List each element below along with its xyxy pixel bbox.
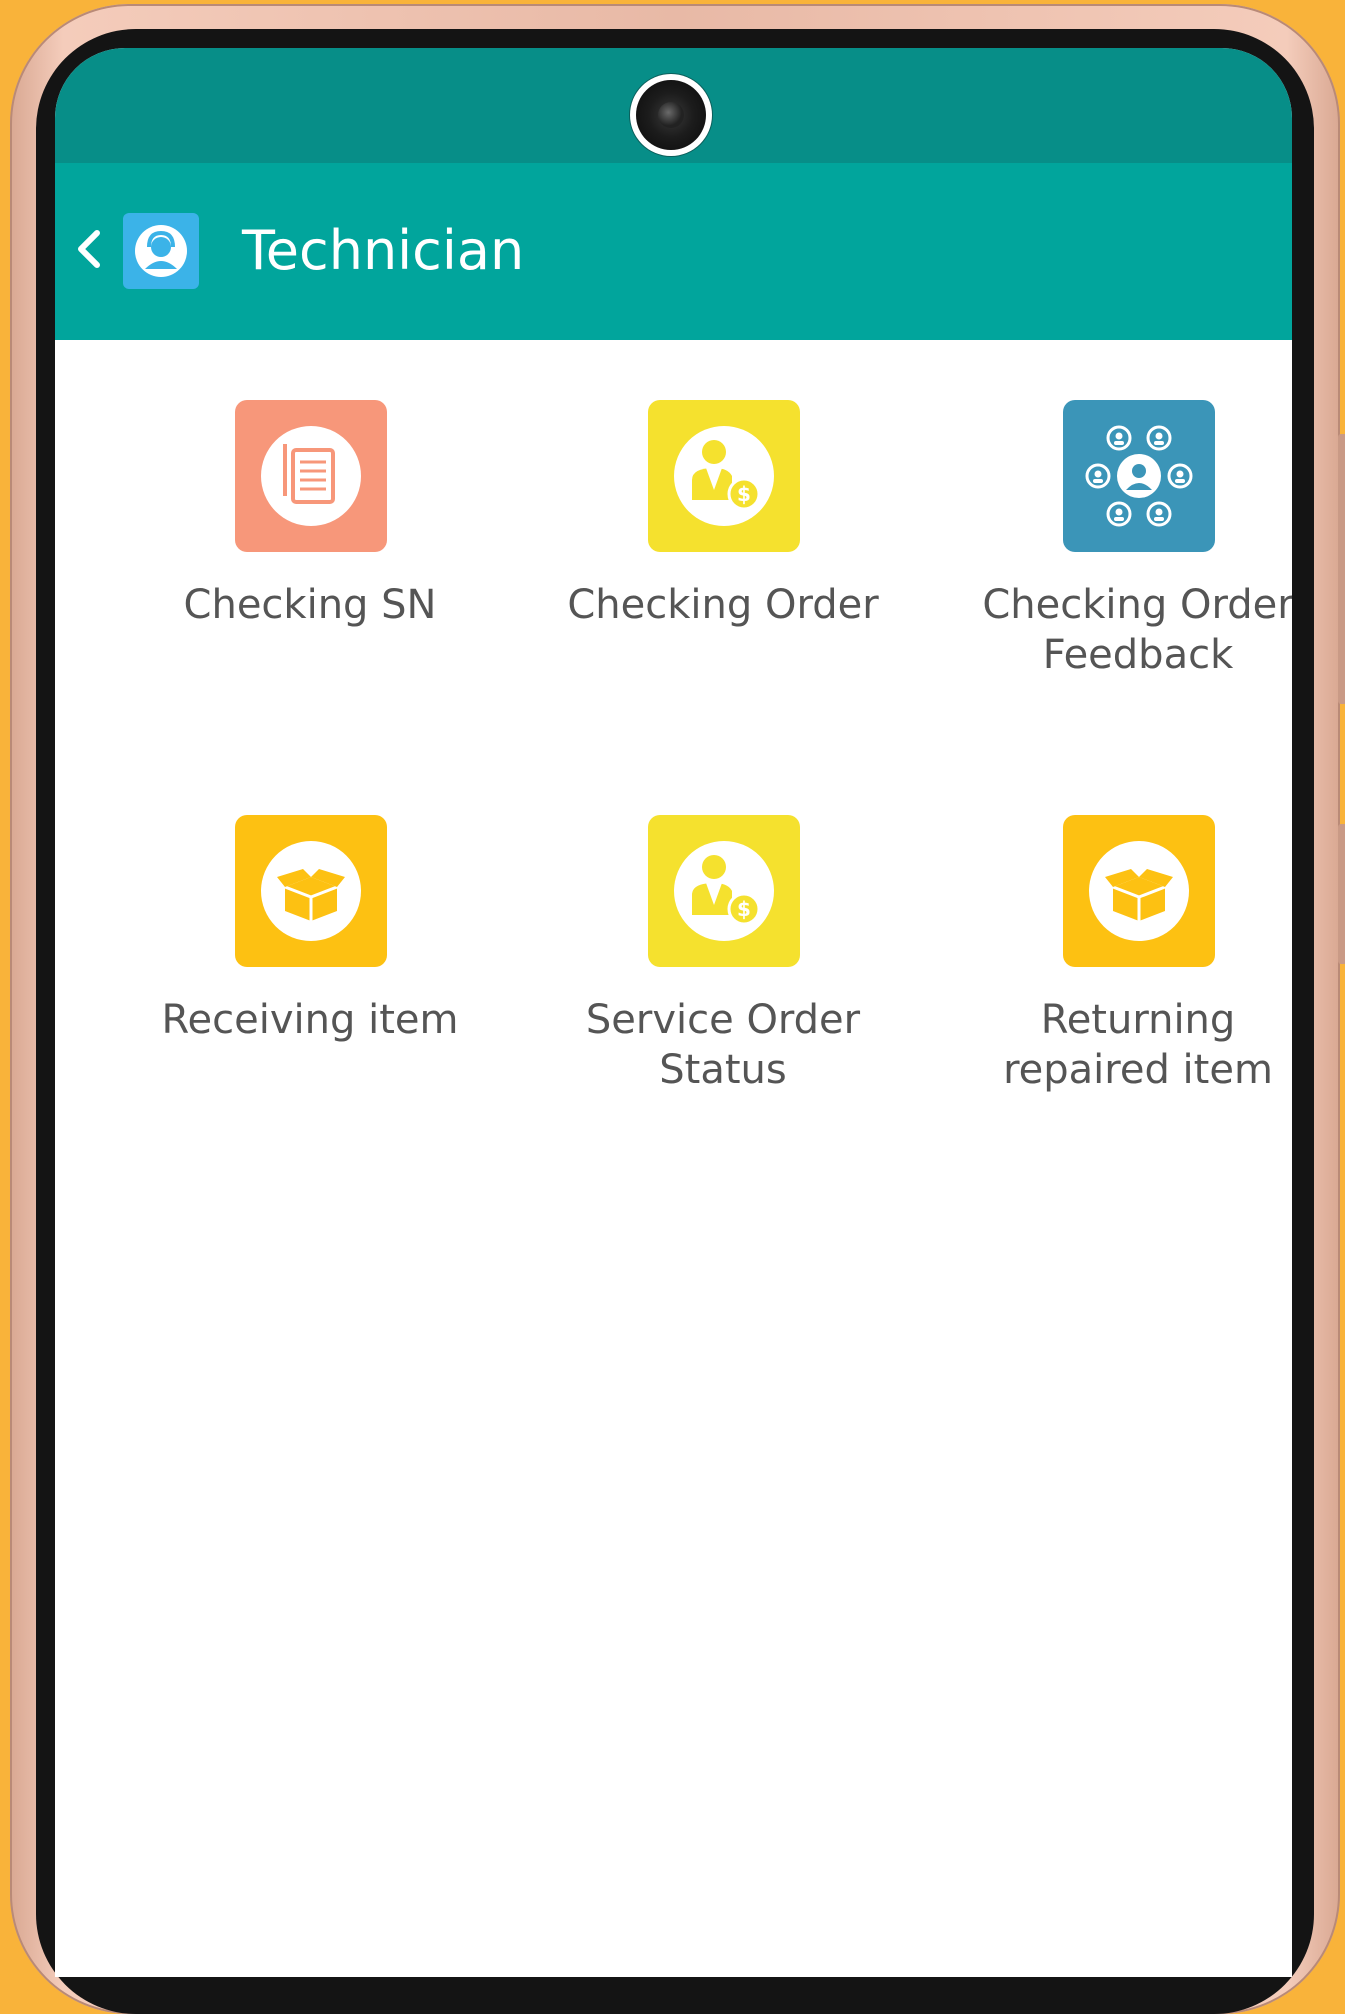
menu-item-receiving-item[interactable]: Receiving item [120, 755, 500, 1095]
menu-item-label: Checking SN [183, 582, 437, 628]
back-button[interactable] [69, 221, 109, 277]
box-icon [235, 815, 387, 967]
menu-item-checking-order[interactable]: $ Checking Order [533, 340, 913, 680]
box-icon [1063, 815, 1215, 967]
menu-item-label: Checking Order Feedback [982, 582, 1292, 678]
menu-item-checking-sn[interactable]: Checking SN [120, 340, 500, 680]
menu-item-returning-repaired-item[interactable]: Returning repaired item [948, 755, 1292, 1095]
svg-text:$: $ [737, 897, 751, 921]
chevron-left-icon [78, 230, 100, 268]
svg-text:$: $ [737, 482, 751, 506]
people-network-icon [1063, 400, 1215, 552]
menu-item-label: Checking Order [567, 582, 879, 628]
menu-item-label: Service Order Status [585, 997, 861, 1093]
app-logo [123, 213, 199, 289]
power-button [1338, 824, 1345, 964]
app-bar: Technician [55, 163, 1292, 340]
front-camera [630, 74, 712, 156]
menu-item-label: Receiving item [161, 997, 459, 1043]
person-coin-icon: $ [648, 400, 800, 552]
technician-avatar-icon [135, 225, 187, 277]
menu-item-label: Returning repaired item [1003, 997, 1273, 1093]
document-icon [235, 400, 387, 552]
person-coin-icon: $ [648, 815, 800, 967]
page-title: Technician [242, 219, 525, 282]
volume-button [1338, 434, 1345, 704]
menu-item-service-order-status[interactable]: $ Service Order Status [533, 755, 913, 1095]
menu-item-checking-order-feedback[interactable]: Checking Order Feedback [948, 340, 1292, 680]
app-screen: Technician Checking SN $ Checking Order … [55, 48, 1292, 1977]
